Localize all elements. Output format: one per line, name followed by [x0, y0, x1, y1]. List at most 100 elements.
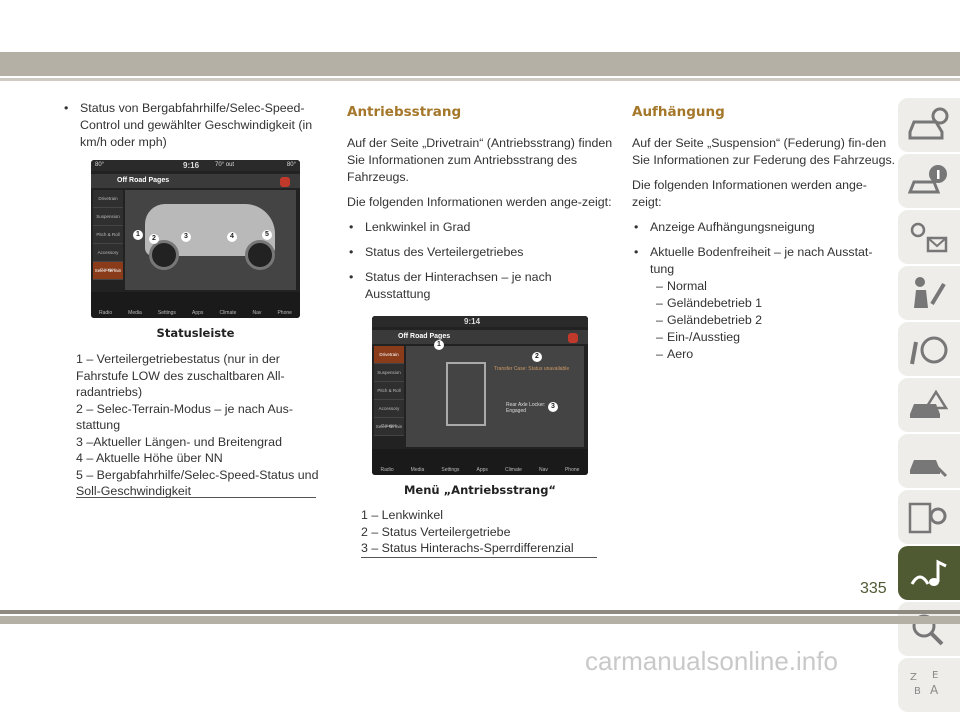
specs-gear-icon[interactable]: [898, 490, 960, 544]
footer-band-2: [0, 616, 960, 624]
screen-dock: Radio Media Settings Apps Climate Nav Ph…: [372, 449, 588, 475]
dock-item: Settings: [157, 310, 176, 316]
side-item: Suspension: [93, 208, 123, 226]
svg-text:E: E: [932, 670, 938, 681]
side-item: Selec-Terrain: [93, 262, 123, 280]
paragraph: Die folgenden Informationen werden ange-…: [632, 178, 867, 209]
legend-item: 2 – Selec-Terrain-Modus – je nach Aus-st…: [76, 401, 293, 433]
dock-item: Phone: [564, 467, 580, 473]
screen-side-menu: Drivetrain Suspension Pitch & Roll Acces…: [93, 190, 123, 290]
svg-text:A: A: [930, 683, 939, 697]
dock-item: Media: [128, 310, 142, 316]
dock-item: Climate: [504, 467, 522, 473]
column-1: Status von Bergabfahrhilfe/Selec-Speed-C…: [62, 100, 332, 151]
bullet-item: Status des Verteilergetriebes: [347, 244, 613, 261]
legend-rule: [361, 557, 597, 558]
figure-caption: Statusleiste: [156, 326, 235, 340]
bullet-item: Anzeige Aufhängungsneigung: [632, 219, 896, 236]
page-number: 335: [860, 580, 887, 597]
drivetrain-screenshot: 9:14 Off Road Pages Drivetrain Suspensio…: [372, 316, 588, 475]
section-heading: Antriebsstrang: [347, 104, 462, 120]
dock-item: Radio: [380, 467, 394, 473]
legend-item: 5 – Bergabfahrhilfe/Selec-Speed-Status u…: [76, 467, 319, 499]
warning-info-icon[interactable]: [898, 154, 960, 208]
header-band: [0, 52, 960, 76]
legend-item: 3 –Aktueller Längen- und Breitengrad: [76, 434, 282, 449]
car-info-icon[interactable]: [898, 98, 960, 152]
bullet-item: Lenkwinkel in Grad: [347, 219, 613, 236]
dock-item: Apps: [192, 310, 204, 316]
dock-item: Nav: [538, 467, 548, 473]
side-item: Drivetrain: [374, 346, 404, 364]
screen-dock: Radio Media Settings Apps Climate Nav Ph…: [91, 292, 300, 318]
legend-item: 4 – Aktuelle Höhe über NN: [76, 451, 223, 465]
legend-item: 3 – Status Hinterachs-Sperrdifferenzial: [361, 541, 574, 555]
dock-item: Radio: [99, 310, 113, 316]
status-bar-screenshot: 80° 9:16 70° out 80° Off Road Pages Driv…: [91, 160, 300, 318]
temp-right: 80°: [286, 162, 296, 168]
car-tools-icon[interactable]: [898, 434, 960, 488]
screen-title: Off Road Pages: [91, 174, 300, 188]
index-letters-icon[interactable]: ZEBA: [898, 658, 960, 712]
wheel: [149, 240, 179, 270]
footer-band: [0, 610, 960, 614]
dock-item: Phone: [277, 310, 292, 316]
dock-item: Apps: [476, 467, 488, 473]
paragraph: Auf der Seite „Drivetrain“ (Antriebsstra…: [347, 136, 613, 184]
people-safety-icon[interactable]: [898, 266, 960, 320]
legend-rule: [76, 497, 316, 498]
sub-item: Geländebetrieb 2: [632, 312, 896, 329]
close-icon: [280, 177, 290, 187]
figure-legend: 1 – Lenkwinkel 2 – Status Verteilergetri…: [361, 507, 611, 557]
callout-marker: 2: [532, 352, 542, 362]
side-item: Accessory Gauges: [93, 244, 123, 272]
screen-main: Transfer Case: Status unavailable Rear A…: [406, 340, 584, 447]
dock-item: Settings: [441, 467, 460, 473]
steering-wrench-icon[interactable]: [898, 322, 960, 376]
temp-out: 70° out: [215, 162, 235, 168]
screen-status-bar: 80° 9:16 70° out 80°: [91, 160, 300, 171]
legend-item: 1 – Lenkwinkel: [361, 508, 443, 522]
drivetrain-diagram: [446, 362, 486, 426]
column-3: Aufhängung Auf der Seite „Suspension“ (F…: [632, 100, 896, 363]
header-rule: [0, 78, 960, 81]
temp-left: 80°: [95, 162, 105, 168]
screen-time: 9:16: [183, 161, 200, 170]
bullet-item: Aktuelle Bodenfreiheit – je nach Ausstat…: [632, 244, 896, 278]
side-item: Selec-Terrain: [374, 418, 404, 436]
transfer-case-status: Transfer Case: Status unavailable: [494, 366, 570, 372]
callout-marker: 1: [133, 230, 143, 240]
sub-item: Ein-/Ausstieg: [632, 329, 896, 346]
sub-item: Aero: [632, 346, 896, 363]
watermark: carmanualsonline.info: [585, 646, 838, 676]
callout-marker: 1: [434, 340, 444, 350]
callout-marker: 3: [548, 402, 558, 412]
bullet-item: Status der Hinterachsen – je nach Aussta…: [347, 269, 613, 303]
wheel: [245, 240, 275, 270]
paragraph: Auf der Seite „Suspension“ (Federung) fi…: [632, 136, 896, 167]
side-item: Pitch & Roll: [374, 382, 404, 400]
car-warning-icon[interactable]: [898, 378, 960, 432]
legend-item: 2 – Status Verteilergetriebe: [361, 524, 511, 539]
figure-caption: Menü „Antriebsstrang“: [403, 483, 556, 497]
sub-item: Normal: [632, 278, 896, 295]
side-item: Drivetrain: [93, 190, 123, 208]
screen-title: Off Road Pages: [372, 330, 588, 344]
callout-marker: 2: [149, 234, 159, 244]
close-icon: [568, 333, 578, 343]
screen-time: 9:14: [464, 317, 481, 326]
legend-item: 1 – Verteilergetriebestatus (nur in der …: [76, 352, 285, 399]
bullet-item: Status von Bergabfahrhilfe/Selec-Speed-C…: [62, 100, 332, 151]
multimedia-note-icon[interactable]: [898, 546, 960, 600]
side-item: Accessory Gauges: [374, 400, 404, 428]
svg-text:B: B: [914, 686, 921, 697]
side-item: Pitch & Roll: [93, 226, 123, 244]
paragraph: Die folgenden Informationen werden ange-…: [347, 195, 612, 209]
section-heading: Aufhängung: [632, 104, 725, 120]
dock-item: Climate: [219, 310, 237, 316]
dock-item: Nav: [252, 310, 262, 316]
lights-message-icon[interactable]: [898, 210, 960, 264]
column-2: Antriebsstrang Auf der Seite „Drivetrain…: [347, 100, 613, 303]
screen-main: 1 2 3 4 5: [125, 190, 296, 290]
dock-item: Media: [410, 467, 425, 473]
